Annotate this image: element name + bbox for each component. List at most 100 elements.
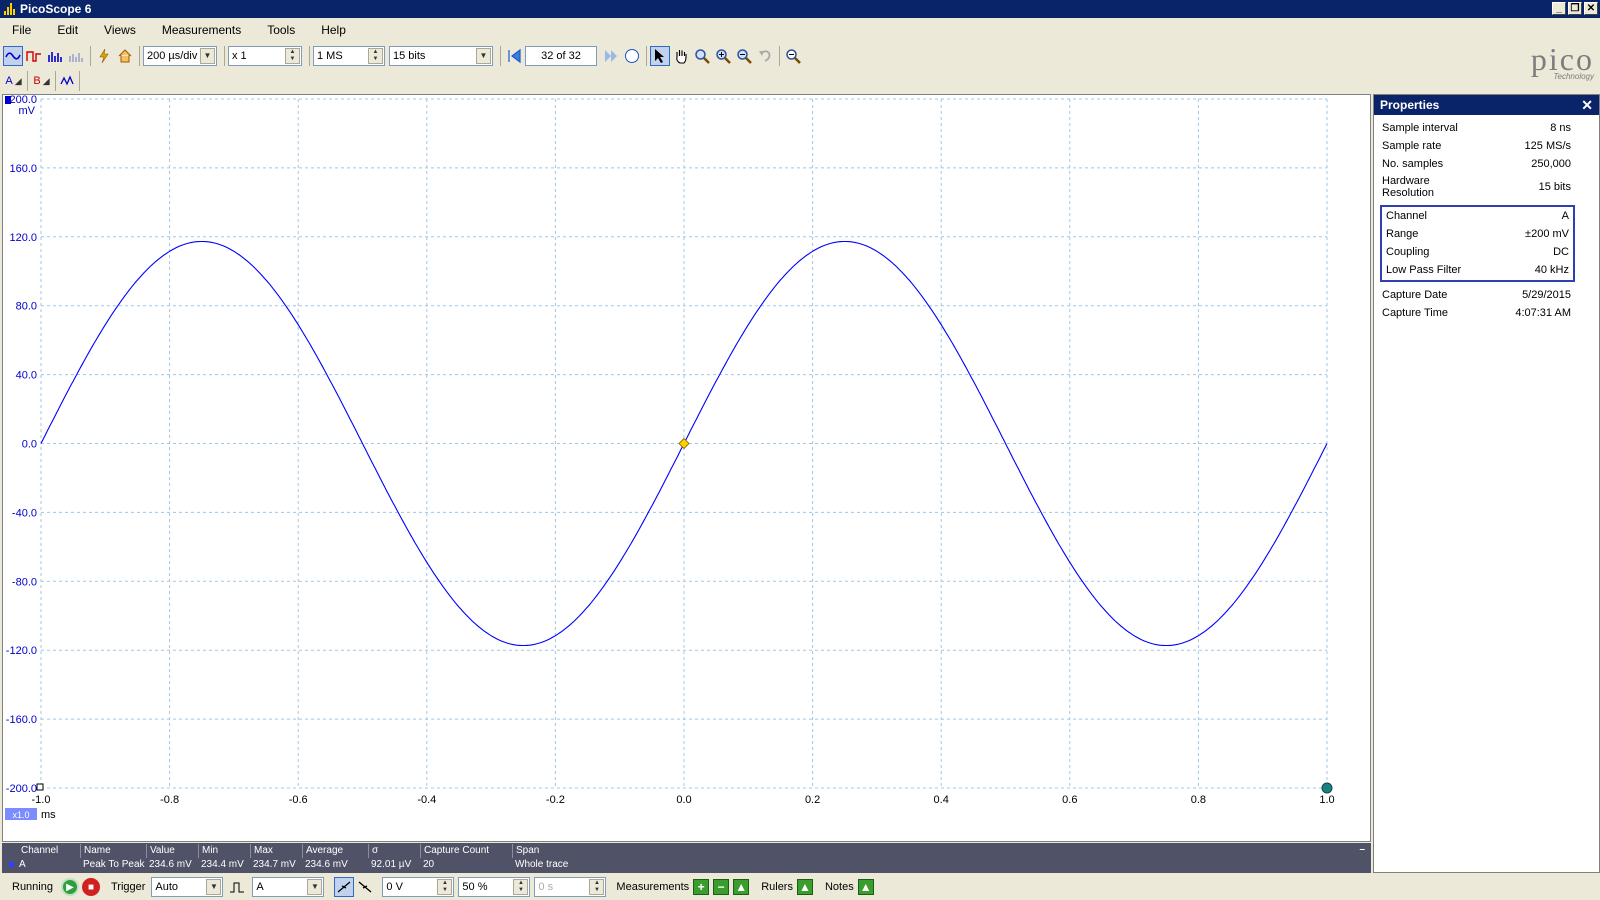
prop-label: Hardware Resolution — [1382, 175, 1434, 199]
remove-measurement-button[interactable]: − — [713, 879, 730, 895]
close-icon[interactable]: ✕ — [1581, 95, 1593, 115]
trigger-channel-value: A — [256, 881, 264, 893]
y-tick-label: 120.0 — [9, 232, 37, 244]
prop-value: 5/29/2015 — [1522, 289, 1571, 301]
samples-value: 1 MS — [317, 50, 343, 62]
signal-generator-icon[interactable] — [94, 46, 114, 66]
cell-max: 234.7 mV — [253, 859, 296, 870]
buffer-counter[interactable]: 32 of 32 — [525, 46, 597, 66]
prop-row: Sample rate 125 MS/s — [1374, 137, 1599, 155]
rulers-button[interactable]: ▲ — [796, 879, 813, 895]
prop-value: DC — [1553, 246, 1569, 258]
trigger-delay-spinner[interactable]: 0 s ▲ ▼ — [534, 877, 607, 897]
stop-button[interactable]: ■ — [81, 878, 100, 896]
restore-button[interactable]: ❐ — [1568, 2, 1582, 15]
close-window-button[interactable]: ✕ — [1584, 2, 1598, 15]
col-min: Min — [198, 844, 218, 858]
trigger-level-spinner[interactable]: 0 V ▲ ▼ — [382, 877, 455, 897]
zoom-in-icon[interactable] — [713, 46, 733, 66]
ruler-handle-right — [1321, 782, 1333, 794]
col-span: Span — [512, 844, 539, 858]
measurements-table[interactable]: Channel Name Value Min Max Average σ Cap… — [2, 843, 1371, 873]
prop-row: Sample interval 8 ns — [1374, 119, 1599, 137]
table-row[interactable]: A Peak To Peak 234.6 mV 234.4 mV 234.7 m… — [2, 858, 1371, 872]
y-tick-label: -40.0 — [12, 507, 37, 519]
menu-tools[interactable]: Tools — [265, 23, 297, 37]
spectrum-mode-icon[interactable] — [45, 46, 65, 66]
scope-view[interactable]: 200.0 160.0 120.0 80.0 40.0 0.0 -40.0 -80.0 -120… — [2, 94, 1371, 842]
falling-edge-icon[interactable] — [355, 877, 375, 897]
channel-a-options-button[interactable]: A ◢ — [0, 71, 28, 91]
y-tick-label: -80.0 — [12, 576, 37, 588]
spin-arrows-icon[interactable]: ▲ ▼ — [437, 879, 453, 895]
menu-views[interactable]: Views — [102, 23, 138, 37]
pointer-tool-icon[interactable] — [650, 46, 670, 66]
trigger-channel-select[interactable]: A ▼ — [252, 877, 325, 897]
x-tick-label: 0.2 — [805, 794, 820, 806]
prop-value: ±200 mV — [1525, 228, 1569, 240]
advanced-trigger-icon[interactable] — [227, 877, 247, 897]
zoom-area-icon[interactable] — [692, 46, 712, 66]
y-tick-label: 0.0 — [22, 439, 37, 451]
channel-b-options-button[interactable]: B ◢ — [28, 71, 56, 91]
rising-edge-icon[interactable] — [334, 877, 355, 897]
cell-min: 234.4 mV — [201, 859, 244, 870]
col-value: Value — [146, 844, 175, 858]
col-average: Average — [302, 844, 343, 858]
add-measurement-button[interactable]: + — [693, 879, 710, 895]
pre-trigger-value: 50 % — [462, 881, 488, 893]
x-tick-label: -0.2 — [546, 794, 565, 806]
zoom-overview-icon[interactable] — [783, 46, 803, 66]
prop-value: 125 MS/s — [1524, 140, 1571, 152]
persistence-mode-icon[interactable] — [24, 46, 44, 66]
measurements-header-row: Channel Name Value Min Max Average σ Cap… — [2, 844, 1371, 858]
prop-row: Capture Time 4:07:31 AM — [1374, 304, 1599, 322]
menu-file[interactable]: File — [10, 23, 33, 37]
chevron-down-icon[interactable]: ▼ — [307, 879, 323, 895]
home-icon[interactable] — [115, 46, 135, 66]
col-channel: Channel — [21, 845, 59, 856]
edit-measurement-button[interactable]: ▲ — [733, 879, 750, 895]
math-channels-button[interactable] — [56, 71, 80, 91]
menu-edit[interactable]: Edit — [55, 23, 80, 37]
minimize-button[interactable]: _ — [1552, 2, 1566, 15]
undo-zoom-icon[interactable] — [755, 46, 775, 66]
x-unit-label: ms — [41, 809, 56, 821]
hand-tool-icon[interactable] — [671, 46, 691, 66]
chevron-down-icon[interactable]: ▼ — [206, 879, 222, 895]
notes-button[interactable]: ▲ — [857, 879, 874, 895]
collapse-icon[interactable]: – — [1359, 844, 1365, 855]
buffer-navigator-icon[interactable] — [622, 46, 642, 66]
zoom-spinner[interactable]: x 1 ▲ ▼ — [228, 46, 302, 66]
menu-measurements[interactable]: Measurements — [160, 23, 243, 37]
pen-icon: ◢ — [14, 75, 22, 86]
spin-arrows-icon[interactable]: ▲ ▼ — [368, 48, 383, 64]
cell-name: Peak To Peak — [83, 859, 145, 870]
pre-trigger-spinner[interactable]: 50 % ▲ ▼ — [458, 877, 531, 897]
spin-arrows-icon[interactable]: ▲ ▼ — [589, 879, 605, 895]
zoom-out-icon[interactable] — [734, 46, 754, 66]
prop-label: Low Pass Filter — [1386, 264, 1462, 276]
resolution-select[interactable]: 15 bits ▼ — [389, 46, 493, 66]
x-tick-label: 0.6 — [1062, 794, 1077, 806]
oscilloscope-graph[interactable]: 200.0160.0120.080.040.00.0-40.0-80.0-120… — [3, 94, 1370, 841]
prop-row: Capture Date 5/29/2015 — [1374, 286, 1599, 304]
trigger-mode-select[interactable]: Auto ▼ — [151, 877, 224, 897]
timebase-select[interactable]: 200 µs/div ▼ — [143, 46, 217, 66]
channel-toolbar: A ◢ B ◢ — [0, 71, 80, 91]
next-buffer-icon[interactable] — [601, 46, 621, 66]
samples-spinner[interactable]: 1 MS ▲ ▼ — [313, 46, 385, 66]
start-button[interactable]: ▶ — [60, 878, 79, 896]
chevron-down-icon[interactable]: ▼ — [200, 48, 215, 64]
spin-arrows-icon[interactable]: ▲ ▼ — [513, 879, 529, 895]
spin-arrows-icon[interactable]: ▲ ▼ — [285, 48, 300, 64]
cell-sigma: 92.01 µV — [371, 859, 412, 870]
cell-channel: A — [19, 859, 26, 870]
scope-mode-icon[interactable] — [3, 46, 23, 66]
trigger-level-value: 0 V — [386, 881, 403, 893]
first-buffer-icon[interactable] — [504, 46, 524, 66]
menu-help[interactable]: Help — [319, 23, 348, 37]
serial-decode-icon[interactable] — [66, 46, 86, 66]
chevron-down-icon[interactable]: ▼ — [476, 48, 491, 64]
x-tick-label: 1.0 — [1319, 794, 1334, 806]
